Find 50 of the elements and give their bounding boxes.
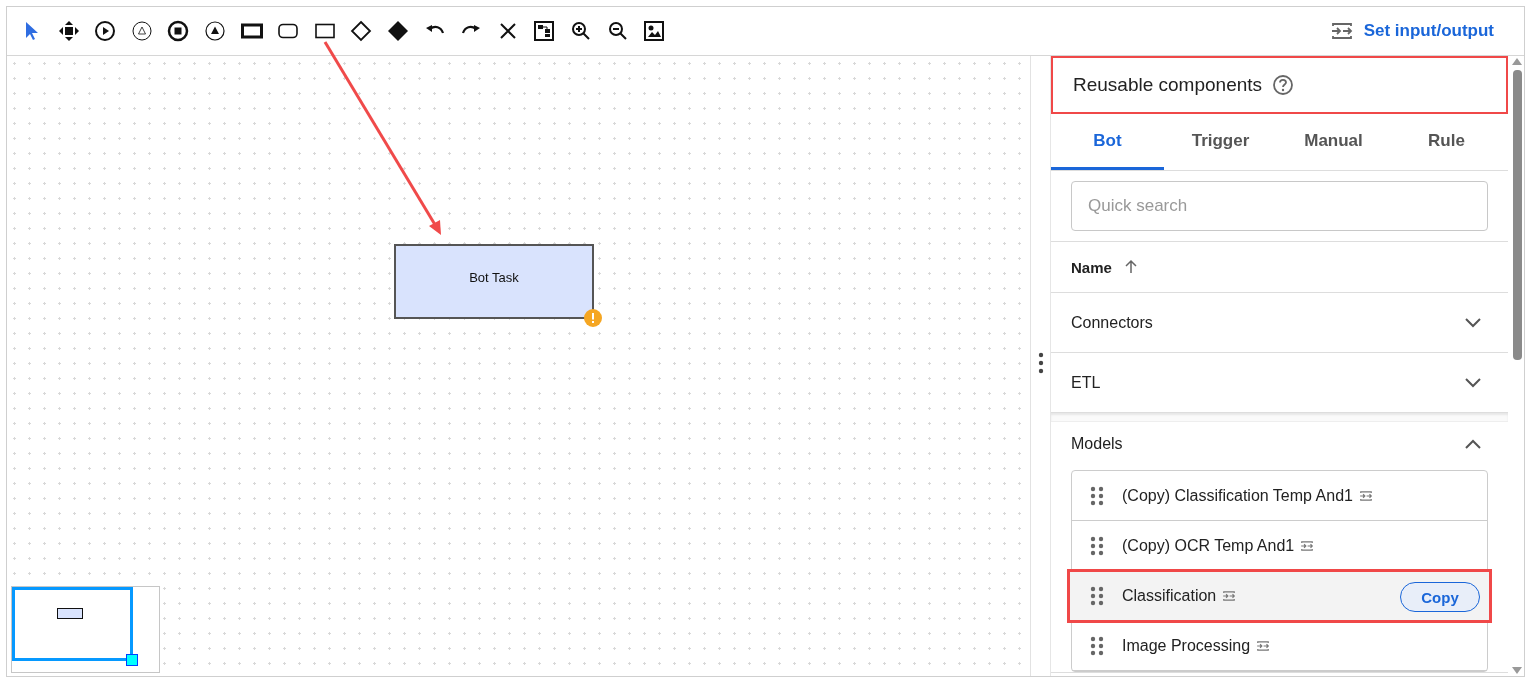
category-header[interactable]: Connectors — [1051, 293, 1508, 352]
drag-handle-icon[interactable] — [1090, 635, 1104, 656]
end-tool-icon[interactable] — [167, 20, 190, 42]
zoom-in-tool-icon[interactable] — [569, 20, 592, 42]
move-tool-icon[interactable] — [57, 20, 80, 42]
category-tab[interactable]: Rule — [1390, 114, 1503, 170]
scrollbar[interactable] — [1510, 56, 1524, 676]
scroll-down-icon[interactable] — [1511, 666, 1523, 676]
filled-gateway-tool-icon[interactable] — [386, 20, 409, 42]
component-list-item[interactable]: Classification Copy — [1069, 571, 1490, 621]
drag-handle-icon[interactable] — [1090, 535, 1104, 556]
component-name: (Copy) OCR Temp And1 — [1122, 536, 1295, 555]
component-name: Image Processing — [1122, 636, 1251, 655]
bot-task-node[interactable]: Bot Task — [394, 244, 594, 319]
minimap-resize-handle[interactable] — [126, 654, 138, 666]
component-list-item[interactable]: Image Processing — [1072, 621, 1487, 671]
drag-handle-icon[interactable] — [1090, 585, 1104, 606]
category-header[interactable]: Models — [1051, 422, 1508, 466]
minimap-viewport[interactable] — [12, 587, 133, 661]
image-tool-icon[interactable] — [643, 20, 666, 42]
quick-search-field[interactable]: Quick search — [1071, 181, 1488, 231]
component-name: (Copy) Classification Temp And1 — [1122, 486, 1353, 505]
layout-tool-icon[interactable] — [533, 20, 556, 42]
set-input-output-button[interactable]: Set input/output — [1329, 21, 1494, 41]
category-tab[interactable]: Bot — [1051, 114, 1164, 170]
input-output-icon — [1358, 489, 1373, 502]
minimap-node — [57, 608, 83, 619]
copy-button[interactable]: Copy — [1400, 582, 1480, 612]
component-list-item[interactable]: (Copy) Classification Temp And1 — [1072, 471, 1487, 521]
name-sort-header[interactable]: Name — [1071, 258, 1112, 276]
scroll-up-icon[interactable] — [1511, 56, 1523, 66]
sort-arrow-icon[interactable] — [1123, 259, 1138, 275]
drag-handle-icon[interactable] — [1090, 485, 1104, 506]
gateway-tool-icon[interactable] — [350, 20, 373, 42]
splitter-handle-icon[interactable] — [1037, 352, 1044, 374]
input-output-icon — [1329, 21, 1354, 41]
intermediate-tool-icon[interactable] — [130, 20, 153, 42]
help-icon[interactable] — [1272, 74, 1295, 96]
category-tab[interactable]: Manual — [1277, 114, 1390, 170]
category-tab[interactable]: Trigger — [1164, 114, 1277, 170]
panel-title: Reusable components — [1073, 74, 1263, 96]
component-name: Classification — [1122, 586, 1217, 605]
zoom-out-tool-icon[interactable] — [606, 20, 629, 42]
escalation-tool-icon[interactable] — [203, 20, 226, 42]
input-output-icon — [1300, 539, 1315, 552]
category-header[interactable]: ETL — [1051, 353, 1508, 412]
input-output-icon — [1222, 589, 1237, 602]
start-tool-icon[interactable] — [94, 20, 117, 42]
input-output-icon — [1256, 639, 1271, 652]
minimap[interactable] — [11, 586, 160, 673]
